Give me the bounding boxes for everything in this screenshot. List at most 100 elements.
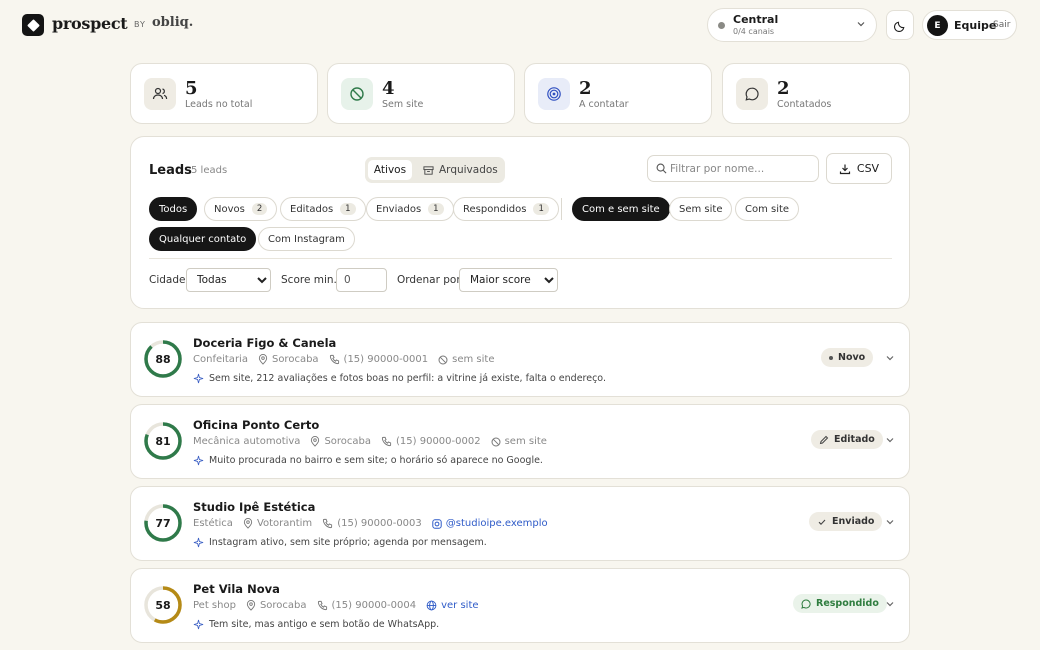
archive-icon <box>423 165 434 175</box>
chip-label: Enviados <box>376 203 422 215</box>
chip-label: Com site <box>745 203 790 215</box>
top-bar: prospect BY obliq. Central 0/4 canais E … <box>0 0 1040 50</box>
lead-category: Pet shop <box>193 600 236 611</box>
chip-status-replied[interactable]: Respondidos 1 <box>453 197 559 221</box>
chevron-down-icon[interactable] <box>885 599 895 609</box>
score-value: 88 <box>155 352 171 366</box>
chip-label: Sem site <box>679 203 723 215</box>
lead-insight: Tem site, mas antigo e sem botão de What… <box>193 619 439 630</box>
lead-meta: Mecânica automotiva Sorocaba (15) 90000-… <box>193 436 547 447</box>
lead-city: Votorantim <box>256 518 313 529</box>
workspace-channels: 0/4 canais <box>733 27 775 36</box>
sparkle-icon <box>193 619 204 630</box>
lead-city: Sorocaba <box>271 354 319 365</box>
export-csv-button[interactable]: CSV <box>826 153 892 184</box>
check-icon <box>818 519 826 525</box>
chip-label: Novos <box>214 203 245 215</box>
chip-label: Respondidos <box>463 203 527 215</box>
lead-phone: (15) 90000-0004 <box>331 600 417 611</box>
lead-note-text: Sem site, 212 avaliações e fotos boas no… <box>209 373 606 384</box>
phone-icon <box>329 354 340 365</box>
phone-icon <box>322 518 333 529</box>
chip-contact-instagram[interactable]: Com Instagram <box>258 227 355 251</box>
lead-name: Oficina Ponto Certo <box>193 418 320 432</box>
chevron-down-icon[interactable] <box>885 517 895 527</box>
phone-icon <box>381 436 392 447</box>
location-pin-icon <box>310 436 320 447</box>
chip-status-all[interactable]: Todos <box>149 197 198 221</box>
status-badge[interactable]: Respondido <box>793 594 887 613</box>
score-min-input[interactable] <box>336 268 387 292</box>
chip-site-any[interactable]: Com e sem site <box>572 197 670 221</box>
brand-name: prospect <box>52 14 128 33</box>
csv-label: CSV <box>856 162 880 175</box>
workspace-selector[interactable]: Central 0/4 canais <box>707 8 877 42</box>
status-badge[interactable]: Novo <box>821 348 874 367</box>
download-icon <box>839 164 850 174</box>
view-toggle: Ativos Arquivados <box>365 157 505 183</box>
lead-note-text: Tem site, mas antigo e sem botão de What… <box>209 619 440 630</box>
theme-toggle-button[interactable] <box>886 10 914 40</box>
lead-phone: (15) 90000-0003 <box>337 518 422 529</box>
chip-contact-any[interactable]: Qualquer contato <box>149 227 257 251</box>
sparkle-icon <box>193 537 204 548</box>
lead-site: sem site <box>504 436 547 447</box>
lead-card[interactable]: 88 Doceria Figo & Canela Confeitaria Sor… <box>130 322 910 397</box>
search-field <box>647 155 819 182</box>
stat-value: 2 <box>777 78 790 99</box>
stat-label: Contatados <box>777 99 832 110</box>
lead-insight: Muito procurada no bairro e sem site; o … <box>193 455 543 466</box>
stat-label: A contatar <box>579 99 629 110</box>
lead-meta: Estética Votorantim (15) 90000-0003 @stu… <box>193 518 548 529</box>
phone-icon <box>317 600 328 611</box>
lead-meta: Confeitaria Sorocaba (15) 90000-0001 sem… <box>193 354 494 365</box>
lead-city: Sorocaba <box>324 436 372 447</box>
tab-archived[interactable]: Arquivados <box>423 160 498 180</box>
parent-brand: obliq. <box>152 15 194 30</box>
stat-value: 4 <box>382 78 395 99</box>
status-label: Respondido <box>816 598 879 609</box>
chevron-down-icon[interactable] <box>885 435 895 445</box>
chip-status-sent[interactable]: Enviados 1 <box>366 197 454 221</box>
moon-icon <box>893 21 904 32</box>
lead-card[interactable]: 58 Pet Vila Nova Pet shop Sorocaba (15) … <box>130 568 910 643</box>
chip-label: Qualquer contato <box>159 233 247 245</box>
chip-site-none[interactable]: Sem site <box>669 197 733 221</box>
stat-contacted: 2 Contatados <box>722 63 910 124</box>
stat-no-site: 4 Sem site <box>327 63 515 124</box>
lead-note-text: Instagram ativo, sem site próprio; agend… <box>209 537 487 548</box>
avatar: E <box>927 15 948 36</box>
lead-instagram-link[interactable]: @studioipe.exemplo <box>446 518 548 529</box>
no-site-icon <box>491 437 501 447</box>
stat-value: 2 <box>579 78 592 99</box>
chip-count-badge: 1 <box>340 203 356 215</box>
search-input[interactable] <box>670 160 810 178</box>
instagram-icon <box>432 518 442 529</box>
location-pin-icon <box>258 354 268 365</box>
status-badge[interactable]: Editado <box>811 430 883 449</box>
score-label: Score min. <box>281 274 337 286</box>
order-select[interactable]: Maior score <box>459 268 558 292</box>
divider <box>149 258 892 259</box>
chip-status-new[interactable]: Novos 2 <box>204 197 278 221</box>
status-badge[interactable]: Enviado <box>809 512 883 531</box>
users-icon <box>144 78 176 110</box>
chip-site-has[interactable]: Com site <box>735 197 800 221</box>
user-menu[interactable]: E Equipe Sair <box>922 10 1017 40</box>
status-label: Enviado <box>832 516 875 527</box>
chip-label: Todos <box>159 203 188 215</box>
chevron-down-icon[interactable] <box>885 353 895 363</box>
lead-card[interactable]: 77 Studio Ipê Estética Estética Votorant… <box>130 486 910 561</box>
logout-button[interactable]: Sair <box>993 20 1010 30</box>
lead-website-link[interactable]: ver site <box>441 600 478 611</box>
chip-status-edited[interactable]: Editados 1 <box>280 197 366 221</box>
chevron-down-icon <box>857 22 865 27</box>
stat-to-contact: 2 A contatar <box>524 63 712 124</box>
tab-active[interactable]: Ativos <box>368 160 412 180</box>
lead-card[interactable]: 81 Oficina Ponto Certo Mecânica automoti… <box>130 404 910 479</box>
chip-label: Com Instagram <box>268 233 345 245</box>
lead-name: Doceria Figo & Canela <box>193 336 337 350</box>
chat-icon <box>736 78 768 110</box>
city-select[interactable]: Todas <box>186 268 271 292</box>
location-pin-icon <box>243 518 253 529</box>
